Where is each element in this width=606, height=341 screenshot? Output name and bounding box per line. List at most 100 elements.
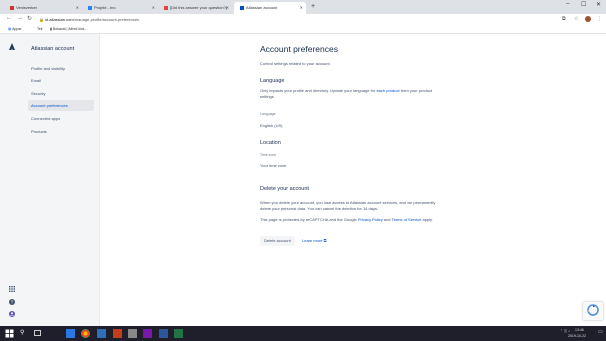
page-intro: Control settings related to your account… — [260, 61, 331, 66]
tab-favicon-icon — [88, 5, 92, 10]
url-host: id.atlassian.com — [45, 17, 74, 22]
sidebar-item-account-preferences[interactable]: Account preferences — [28, 100, 94, 111]
word-icon[interactable] — [159, 329, 168, 338]
sidebar-item-label: Account preferences — [31, 103, 68, 108]
learn-more-link[interactable]: Learn more ⧉ — [302, 238, 326, 243]
menu-icon[interactable]: ⋮ — [597, 16, 602, 22]
taskbar: ⚲ ⌃ ◫ ♪ 13:46 2019-10-22 ▭ — [0, 326, 606, 341]
language-label: Language — [260, 112, 276, 116]
notifications-icon[interactable]: ▭ — [598, 329, 603, 335]
outlook-icon[interactable] — [66, 329, 75, 338]
bookmark-star-icon[interactable]: ☆ — [574, 16, 578, 22]
minimize-icon[interactable]: – — [566, 1, 569, 7]
close-icon[interactable]: ✕ — [226, 2, 229, 14]
file-explorer-icon[interactable] — [128, 329, 137, 338]
sidebar: Atlassian account Profile and visibility… — [0, 34, 100, 326]
task-view-icon[interactable] — [34, 330, 41, 336]
tab-3[interactable]: [Did this answer your question?] ✕ — [158, 2, 232, 14]
close-icon[interactable]: ✕ — [76, 2, 79, 14]
tab-label: Venisverket — [16, 5, 37, 10]
sidebar-item-security[interactable]: Security — [28, 88, 94, 99]
maximize-icon[interactable]: ☐ — [581, 1, 586, 8]
chrome-icon[interactable] — [81, 329, 90, 338]
main-content: Account preferences Control settings rel… — [101, 34, 606, 326]
bookmarks-bar: ▦ Appar Telr ▮ Bokacat | Alfred kick... — [0, 25, 606, 34]
sidebar-item-products[interactable]: Products — [28, 126, 94, 137]
forward-icon[interactable]: → — [17, 15, 23, 21]
url-path: /manage-profile/account-preferences — [73, 17, 140, 22]
onenote-icon[interactable] — [143, 329, 152, 338]
recaptcha-text: This page is protected by reCAPTCHA and … — [260, 217, 358, 222]
app-switcher-icon[interactable] — [9, 286, 15, 292]
recaptcha-text: apply. — [421, 217, 433, 222]
excel-icon[interactable] — [174, 329, 183, 338]
bookmark-favicon-icon: ▮ — [50, 27, 52, 31]
bookmark-label: Appar — [12, 27, 22, 31]
sidebar-item-email[interactable]: Email — [28, 75, 94, 86]
tab-label: Atlassian account — [246, 5, 278, 10]
delete-account-button[interactable]: Delete account — [260, 236, 295, 246]
apps-icon: ▦ — [8, 27, 12, 31]
delete-account-button-label: Delete account — [264, 238, 291, 243]
address-bar-row: ← → ↻ 🔒 id.atlassian.com/manage-profile/a… — [0, 14, 606, 25]
new-tab-icon[interactable]: + — [311, 3, 315, 10]
delete-account-description: When you delete your account, you lose a… — [260, 200, 436, 211]
sidebar-item-connected-apps[interactable]: Connected apps — [28, 113, 94, 124]
teams-icon[interactable] — [97, 329, 106, 338]
browser-tab-strip: Venisverket ✕ Projekt - Ino ✕ [Did this … — [0, 0, 606, 14]
tray-icons: ⌃ ◫ ♪ — [560, 329, 570, 333]
tab-2[interactable]: Projekt - Ino ✕ — [82, 2, 158, 14]
sidebar-item-profile[interactable]: Profile and visibility — [28, 63, 94, 74]
sidebar-title: Atlassian account — [31, 46, 75, 52]
search-icon[interactable]: ⚲ — [20, 329, 29, 338]
close-icon[interactable]: ✕ — [152, 2, 155, 14]
tab-label: Projekt - Ino — [94, 5, 116, 10]
time-zone-label: Time zone — [260, 153, 277, 157]
close-window-icon[interactable]: ✕ — [596, 1, 601, 8]
windows-start-icon[interactable] — [5, 329, 14, 338]
sidebar-item-label: Connected apps — [31, 116, 61, 121]
tab-label: [Did this answer your question?] — [170, 5, 227, 10]
learn-more-label: Learn more — [302, 238, 323, 243]
powerpoint-icon[interactable] — [113, 329, 122, 338]
terms-of-service-link[interactable]: Terms of Service — [392, 217, 422, 222]
lock-icon: 🔒 — [39, 17, 44, 22]
reload-icon[interactable]: ↻ — [27, 15, 32, 22]
sidebar-item-label: Email — [31, 78, 42, 83]
apps-bookmark[interactable]: ▦ Appar — [8, 27, 21, 31]
each-product-link[interactable]: each product — [376, 88, 399, 93]
atlassian-favicon-icon — [240, 5, 244, 10]
bookmark-3[interactable]: ▮ Bokacat | Alfred kick... — [50, 27, 87, 31]
help-icon[interactable]: ? — [9, 299, 15, 305]
clock-date: 2019-10-22 — [568, 334, 586, 338]
sidebar-item-label: Products — [31, 129, 47, 134]
page-title: Account preferences — [260, 44, 338, 54]
sidebar-item-label: Security — [31, 91, 46, 96]
recaptcha-badge[interactable] — [583, 302, 603, 320]
delete-account-heading: Delete your account — [260, 186, 309, 192]
bookmark-label: Bokacat | Alfred kick... — [52, 27, 88, 31]
location-heading: Location — [260, 140, 281, 146]
user-avatar-icon[interactable] — [9, 311, 15, 317]
recaptcha-text: and — [382, 217, 392, 222]
recaptcha-icon — [587, 304, 599, 316]
language-heading: Language — [260, 78, 285, 84]
recaptcha-notice: This page is protected by reCAPTCHA and … — [260, 217, 440, 223]
sidebar-item-label: Profile and visibility — [31, 66, 66, 71]
bookmark-2[interactable]: Telr — [37, 27, 43, 31]
atlassian-logo-icon[interactable] — [9, 43, 15, 50]
tab-favicon-icon — [10, 5, 14, 10]
profile-avatar-icon[interactable] — [585, 16, 591, 22]
language-select[interactable]: English (US) — [260, 123, 282, 128]
close-icon[interactable]: ✕ — [300, 2, 303, 14]
tab-4[interactable]: Atlassian account ✕ — [234, 2, 306, 14]
tab-1[interactable]: Venisverket ✕ — [4, 2, 82, 14]
url-input[interactable]: 🔒 id.atlassian.com/manage-profile/account… — [37, 16, 554, 23]
privacy-policy-link[interactable]: Privacy Policy — [358, 217, 383, 222]
clock-time: 13:46 — [575, 328, 584, 332]
time-zone-select[interactable]: Your time zone — [260, 163, 287, 168]
bookmark-label: Telr — [37, 27, 43, 31]
translate-icon[interactable]: ⧉ — [562, 16, 566, 22]
back-icon[interactable]: ← — [6, 15, 12, 21]
language-desc-text: Only impacts your profile and directory.… — [260, 88, 377, 93]
